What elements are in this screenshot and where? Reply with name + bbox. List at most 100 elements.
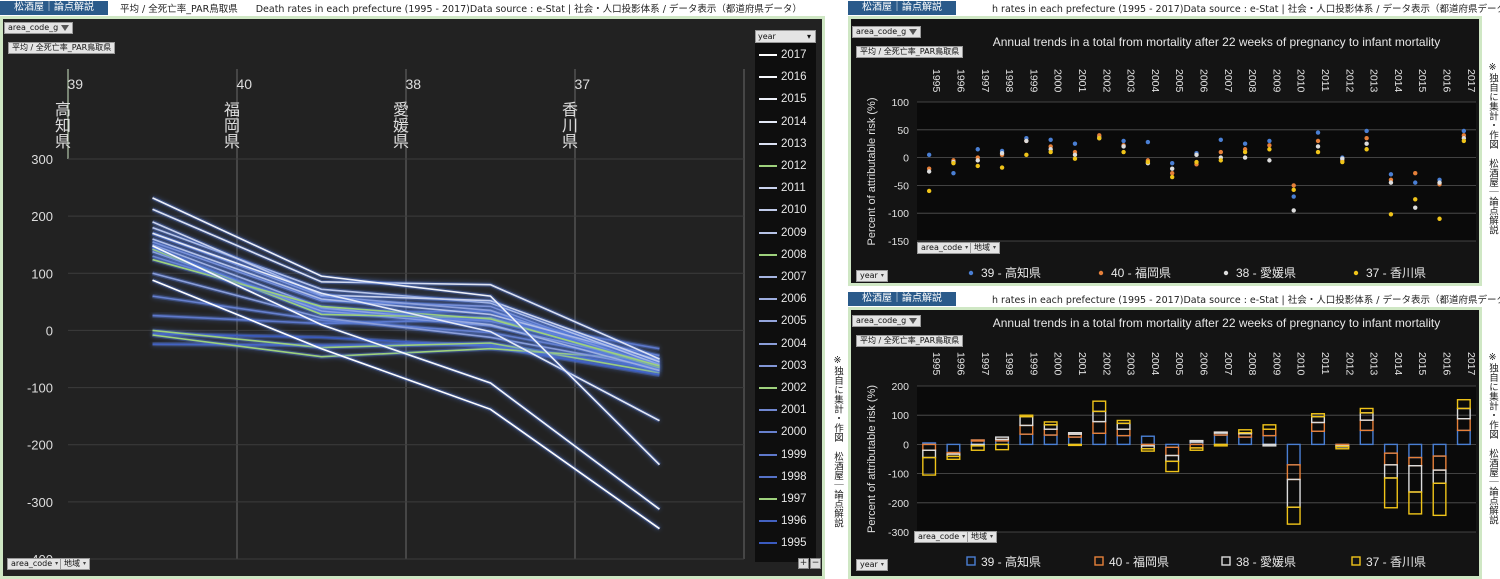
- legend-label: 2000: [781, 426, 807, 439]
- stacked-bar-segment: [970, 439, 985, 442]
- legend-item-2015[interactable]: 2015: [759, 89, 807, 109]
- legend-swatch: [759, 120, 777, 123]
- legend-item-2013[interactable]: 2013: [759, 134, 807, 154]
- x-tick-label: 2000: [1052, 352, 1064, 376]
- legend-label: 2010: [781, 204, 807, 217]
- legend-label: 2009: [781, 226, 807, 239]
- legend-label: 2004: [781, 337, 807, 350]
- rb-area-filter[interactable]: area_code_g: [852, 315, 922, 327]
- y-tick-label: 300: [31, 152, 53, 167]
- left-area-filter[interactable]: area_code_g: [4, 22, 74, 34]
- legend-swatch: [759, 76, 777, 79]
- data-point: [1121, 144, 1126, 149]
- legend-item-2007[interactable]: 2007: [759, 267, 807, 287]
- x-tick-label: 2004: [1149, 352, 1161, 376]
- left-area-code-pill[interactable]: area_code ▾: [7, 558, 63, 570]
- legend-item-2004[interactable]: 2004: [759, 334, 807, 354]
- legend-item-2002[interactable]: 2002: [759, 378, 807, 398]
- legend-swatch: [759, 298, 777, 301]
- category-code-label: 37: [575, 76, 591, 92]
- plot-area: [917, 386, 1476, 532]
- rb-area-code-label: area_code: [918, 532, 960, 541]
- rb-area-code-pill[interactable]: area_code ▾: [914, 531, 970, 543]
- legend-item-2006[interactable]: 2006: [759, 289, 807, 309]
- data-point: [1315, 138, 1321, 144]
- data-point: [1437, 216, 1442, 221]
- legend-item-1998[interactable]: 1998: [759, 467, 807, 487]
- rt-area-filter[interactable]: area_code_g: [852, 26, 922, 38]
- y-tick-label: -100: [888, 208, 909, 220]
- rb-measure-label: 平均 / 全死亡率_PAR鳥取県: [860, 336, 960, 345]
- x-tick-label: 2010: [1295, 352, 1307, 376]
- data-point: [1048, 137, 1053, 143]
- x-tick-label: 1997: [979, 352, 991, 376]
- legend-label: 2005: [781, 315, 807, 328]
- left-measure-label: 平均 / 全死亡率_PAR鳥取県: [12, 43, 112, 52]
- rt-region-pill[interactable]: 地域 ▾: [970, 242, 1001, 254]
- legend-swatch: [759, 209, 777, 212]
- year-legend-header[interactable]: year ▾: [755, 30, 816, 43]
- data-point: [926, 188, 932, 194]
- stacked-bar-segment: [1213, 431, 1228, 434]
- data-point: [1097, 135, 1102, 141]
- legend-item-1997[interactable]: 1997: [759, 489, 807, 509]
- legend-swatch: [759, 54, 777, 56]
- legend-item-2009[interactable]: 2009: [759, 223, 807, 243]
- legend-item-2016[interactable]: 2016: [759, 67, 807, 87]
- data-point: [1461, 128, 1467, 134]
- x-tick-label: 2003: [1125, 352, 1137, 376]
- y-tick-label: 100: [31, 266, 53, 281]
- zoom-in-button[interactable]: +: [798, 558, 809, 569]
- legend-item-2003[interactable]: 2003: [759, 356, 807, 376]
- category-name-label: 高知県: [52, 101, 71, 149]
- rt-measure-pill[interactable]: 平均 / 全死亡率_PAR鳥取県: [856, 46, 964, 58]
- legend-swatch: [759, 231, 777, 234]
- rb-page-title: h rates in each prefecture (1995 - 2017)…: [992, 295, 1500, 306]
- legend-item-1995[interactable]: 1995: [759, 533, 807, 553]
- legend-item-2005[interactable]: 2005: [759, 311, 807, 331]
- legend-item-1999[interactable]: 1999: [759, 445, 807, 465]
- left-brand-tag: 松酒屋｜論点解説: [0, 1, 108, 15]
- data-point: [1169, 174, 1175, 180]
- data-point: [1169, 170, 1175, 176]
- category-name-label: 福岡県: [221, 101, 240, 149]
- data-point: [1242, 149, 1248, 155]
- zoom-out-button[interactable]: −: [810, 558, 821, 569]
- legend-item-2011[interactable]: 2011: [759, 178, 806, 198]
- x-tick-label: 2010: [1295, 69, 1307, 93]
- legend-item-2017[interactable]: 2017: [759, 45, 807, 65]
- legend-label: 1998: [781, 470, 807, 483]
- legend-item-2001[interactable]: 2001: [759, 400, 807, 420]
- x-tick-label: 2008: [1246, 352, 1258, 376]
- rb-brand-tag: 松酒屋｜論点解説: [848, 292, 956, 306]
- data-point: [1218, 149, 1224, 155]
- legend-label: 38 - 愛媛県: [1236, 555, 1296, 569]
- data-point: [1315, 144, 1321, 149]
- data-point: [1072, 141, 1078, 146]
- data-point: [1267, 138, 1272, 144]
- data-point: [1242, 155, 1248, 160]
- legend-item-2012[interactable]: 2012: [759, 156, 807, 176]
- legend-marker: [1098, 270, 1104, 276]
- legend-item-2000[interactable]: 2000: [759, 422, 807, 442]
- rt-area-code-pill[interactable]: area_code ▾: [917, 242, 973, 254]
- legend-item-2010[interactable]: 2010: [759, 200, 807, 220]
- rt-year-pill[interactable]: year ▾: [856, 270, 888, 282]
- legend-swatch: [759, 187, 777, 190]
- left-measure-pill[interactable]: 平均 / 全死亡率_PAR鳥取県: [8, 42, 116, 54]
- rb-region-pill[interactable]: 地域 ▾: [967, 531, 998, 543]
- left-region-pill[interactable]: 地域 ▾: [60, 558, 91, 570]
- x-tick-label: 2002: [1100, 352, 1112, 376]
- rb-year-pill[interactable]: year ▾: [856, 559, 888, 571]
- legend-item-2008[interactable]: 2008: [759, 245, 807, 265]
- rb-measure-pill[interactable]: 平均 / 全死亡率_PAR鳥取県: [856, 335, 964, 347]
- legend-item-1996[interactable]: 1996: [759, 511, 807, 531]
- data-point: [1388, 212, 1394, 217]
- legend-swatch: [759, 409, 777, 412]
- data-point: [1169, 160, 1175, 166]
- legend-label: 2016: [781, 71, 807, 84]
- legend-swatch: [759, 520, 777, 523]
- x-tick-label: 1998: [1003, 69, 1015, 93]
- legend-item-2014[interactable]: 2014: [759, 112, 807, 132]
- legend-label: 1999: [781, 448, 807, 461]
